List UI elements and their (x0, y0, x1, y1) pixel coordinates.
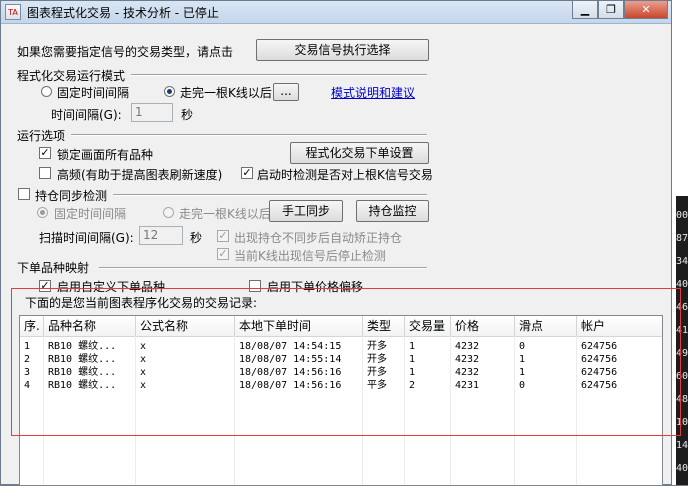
lock-all-label: 锁定画面所有品种 (57, 148, 154, 162)
interval-unit: 秒 (181, 108, 194, 122)
restore-icon: ❐ (606, 3, 616, 16)
scan-interval-unit: 秒 (190, 231, 203, 245)
mode-fixed-label: 固定时间间隔 (57, 86, 130, 100)
stop-on-signal-checkbox[interactable]: ✓ (217, 248, 229, 260)
sync-after-bar-radio[interactable] (163, 207, 174, 218)
options-section-label: 运行选项 (17, 129, 66, 143)
high-freq-checkbox[interactable] (39, 167, 51, 179)
mode-fixed-radio[interactable] (41, 86, 52, 97)
mode-ellipsis-button[interactable]: ... (273, 83, 299, 101)
app-icon: TA (5, 4, 21, 20)
minimize-icon: ▁ (580, 3, 590, 16)
lock-all-checkbox[interactable]: ✓ (39, 147, 51, 159)
restore-button[interactable]: ❐ (598, 1, 624, 19)
interval-label: 时间间隔(G): (51, 108, 122, 122)
mode-after-bar-label: 走完一根K线以后 (180, 86, 272, 100)
order-settings-button[interactable]: 程式化交易下单设置 (290, 142, 429, 164)
stop-on-signal-label: 当前K线出现信号后停止检测 (234, 249, 386, 263)
sync-fixed-label: 固定时间间隔 (54, 207, 127, 221)
sync-fixed-radio[interactable] (37, 207, 48, 218)
background-axis-number: 40 (675, 463, 688, 474)
background-axis-number: 34 (675, 256, 688, 267)
sync-after-bar-label: 走完一根K线以后 (179, 207, 271, 221)
mode-help-link[interactable]: 模式说明和建议 (331, 84, 415, 101)
signal-select-button[interactable]: 交易信号执行选择 (256, 39, 429, 61)
mapping-section-label: 下单品种映射 (17, 261, 90, 275)
mode-section-label: 程式化交易运行模式 (17, 69, 126, 83)
position-sync-checkbox[interactable] (18, 188, 30, 200)
close-button[interactable]: ✕ (624, 1, 668, 19)
manual-sync-button[interactable]: 手工同步 (269, 200, 343, 222)
scan-interval-label: 扫描时间间隔(G): (39, 231, 134, 245)
position-monitor-button[interactable]: 持仓监控 (356, 200, 429, 222)
background-axis-number: 87 (675, 233, 688, 244)
check-on-start-checkbox[interactable]: ✓ (241, 167, 253, 179)
position-sync-label: 持仓同步检测 (35, 189, 108, 203)
high-freq-label: 高频(有助于提高图表刷新速度) (57, 168, 223, 182)
background-axis-number: 00 (675, 210, 688, 221)
background-axis-number: 14 (675, 440, 688, 451)
mode-divider (131, 74, 427, 76)
scan-interval-input[interactable]: 12 (139, 226, 183, 245)
interval-input[interactable]: 1 (131, 103, 173, 122)
window-title: 图表程式化交易 - 技术分析 - 已停止 (27, 6, 219, 20)
position-sync-divider (113, 194, 427, 196)
mapping-divider (99, 267, 427, 269)
auto-correct-checkbox[interactable]: ✓ (217, 230, 229, 242)
highlight-box (11, 288, 681, 436)
minimize-button[interactable]: ▁ (572, 1, 598, 19)
signal-prompt: 如果您需要指定信号的交易类型，请点击 (17, 45, 234, 59)
mode-after-bar-radio[interactable] (164, 86, 175, 97)
close-icon: ✕ (641, 3, 651, 16)
auto-correct-label: 出现持仓不同步后自动矫正持仓 (234, 231, 403, 245)
options-divider (71, 134, 427, 136)
check-on-start-label: 启动时检测是否对上根K信号交易 (257, 168, 433, 182)
title-bar[interactable]: TA 图表程式化交易 - 技术分析 - 已停止 ▁ ❐ ✕ (1, 1, 671, 24)
